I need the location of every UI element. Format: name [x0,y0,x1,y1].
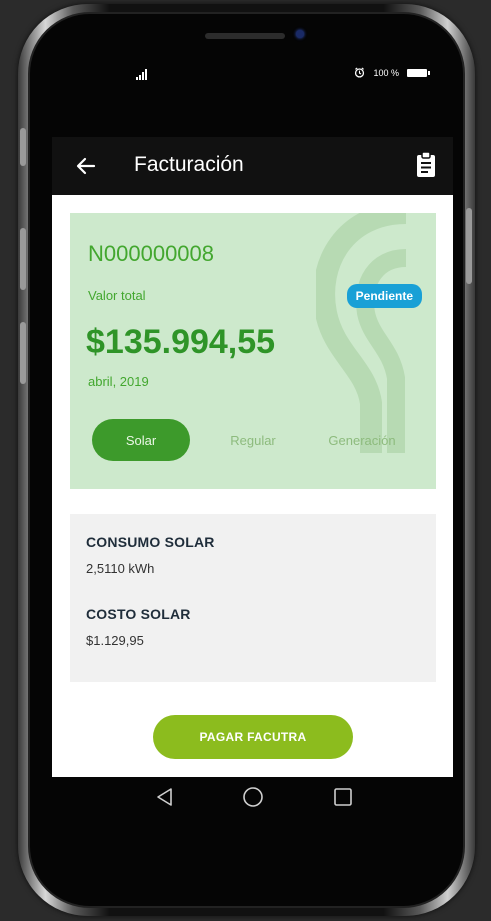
status-bar: 100 % [52,60,453,90]
signal-icon [136,66,147,80]
square-recents-icon[interactable] [331,785,355,809]
pay-invoice-button[interactable]: PAGAR FACUTRA [153,715,353,759]
phone-volume-down-button [20,322,26,384]
app-bar: Facturación [52,137,453,195]
status-badge: Pendiente [346,284,422,308]
battery-percentage: 100 % [373,67,399,78]
phone-speaker [205,33,285,39]
clipboard-icon[interactable] [415,151,437,179]
invoice-card: N000000008 Valor total Pendiente $135.99… [70,213,436,489]
phone-power-button [466,208,472,284]
phone-side-button [20,128,26,166]
back-arrow-icon[interactable] [74,154,98,178]
lightbulb-watermark-icon [316,213,407,453]
invoice-period: abril, 2019 [88,374,149,389]
costo-solar-label: COSTO SOLAR [86,606,191,622]
page-title: Facturación [134,153,244,176]
app-screen: Facturación N000000008 Valor total Pendi… [52,137,453,777]
consumo-solar-value: 2,5110 kWh [86,561,155,576]
battery-icon [407,68,430,77]
circle-home-icon[interactable] [241,785,265,809]
costo-solar-value: $1.129,95 [86,633,144,648]
phone-camera [296,30,304,38]
status-right: 100 % [354,67,430,78]
android-nav-bar [52,777,453,817]
invoice-number: N000000008 [88,241,215,266]
tab-regular[interactable]: Regular [218,419,288,461]
phone-volume-up-button [20,228,26,290]
consumo-solar-label: CONSUMO SOLAR [86,534,215,550]
tab-solar[interactable]: Solar [92,419,190,461]
tab-generacion[interactable]: Generación [322,419,402,461]
alarm-icon [355,67,365,78]
invoice-amount: $135.994,55 [86,323,276,361]
triangle-back-icon[interactable] [153,785,177,809]
solar-details-panel: CONSUMO SOLAR 2,5110 kWh COSTO SOLAR $1.… [70,514,436,682]
total-label: Valor total [88,288,146,303]
